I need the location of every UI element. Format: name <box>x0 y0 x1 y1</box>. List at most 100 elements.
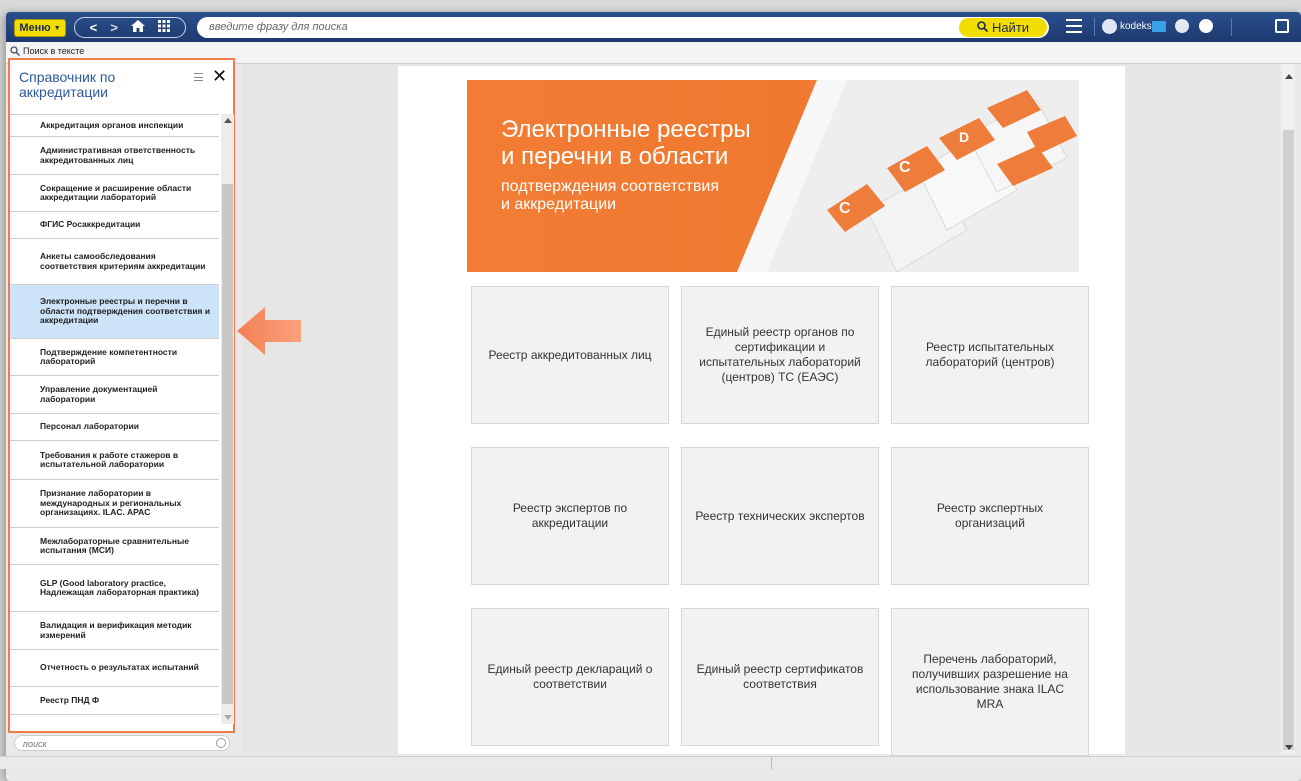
grid-apps-icon[interactable] <box>158 20 171 35</box>
clear-search-icon[interactable] <box>216 738 226 748</box>
tile-label: Реестр технических экспертов <box>695 508 865 523</box>
search-input[interactable] <box>209 19 949 35</box>
tile-label: Реестр экспертных организаций <box>936 501 1044 530</box>
sidebar-item-label: Анкеты самообследования соответствия кри… <box>40 251 206 271</box>
status-bar <box>0 756 1301 770</box>
tile-label: Единый реестр сертификатов соответствия <box>696 662 864 691</box>
user-avatar-icon[interactable] <box>1102 19 1117 34</box>
top-toolbar: Меню ▼ < > Найти kodeks <box>6 12 1301 42</box>
sidebar-item[interactable]: Реестр ПНД Ф <box>10 687 219 715</box>
sidebar-menu-icon[interactable] <box>194 73 203 81</box>
registry-tile[interactable]: Реестр испытательных лабораторий (центро… <box>891 286 1089 424</box>
sidebar-item[interactable]: Требования к работе стажеров в испытател… <box>10 441 219 480</box>
registry-tile[interactable]: Реестр технических экспертов <box>681 447 879 585</box>
close-icon[interactable]: ✕ <box>212 66 227 87</box>
chevron-down-icon: ▼ <box>53 24 61 32</box>
banner-subtitle-line: и аккредитации <box>501 196 617 213</box>
main-scrollbar-thumb[interactable] <box>1283 130 1294 750</box>
tile-label: Реестр аккредитованных лиц <box>488 347 652 362</box>
sidebar-item[interactable]: Аккредитация органов инспекции <box>10 115 219 137</box>
sidebar-item[interactable]: Межлабораторные сравнительные испытания … <box>10 528 219 565</box>
back-arrow-icon[interactable]: < <box>90 20 98 35</box>
find-button-label: Найти <box>991 20 1030 35</box>
sidebar-item-label: Признание лаборатории в международных и … <box>40 488 182 518</box>
sidebar-item-label: Административная ответственность аккреди… <box>40 145 196 165</box>
registry-tile[interactable]: Перечень лабораторий, получивших разреше… <box>891 608 1089 756</box>
search-bar: Найти <box>197 17 1049 38</box>
sidebar-search-input[interactable] <box>23 737 203 750</box>
tile-label: Реестр экспертов по аккредитации <box>512 501 628 530</box>
sidebar-item[interactable]: GLP (Good laboratory practice, Надлежаща… <box>10 565 219 612</box>
sidebar-item-active[interactable]: Электронные реестры и перечни в области … <box>10 285 219 339</box>
tile-label: Единый реестр органов по сертификации и … <box>699 325 861 384</box>
banner-subtitle: подтверждения соответствия и аккредитаци… <box>501 178 719 214</box>
tile-label: Реестр испытательных лабораторий (центро… <box>925 340 1055 369</box>
search-icon <box>977 20 989 35</box>
sidebar-item-label: Отчетность о результатах испытаний <box>40 662 199 673</box>
banner-title: Электронные реестры и перечни в области <box>501 116 751 170</box>
sidebar-item[interactable]: Административная ответственность аккреди… <box>10 137 219 175</box>
find-button[interactable]: Найти <box>959 18 1047 37</box>
scroll-up-arrow-icon[interactable] <box>1285 74 1293 79</box>
sidebar-item[interactable]: Отчетность о результатах испытаний <box>10 650 219 687</box>
sidebar-item-label: Валидация и верификация методик измерени… <box>40 620 192 640</box>
chat-icon[interactable] <box>1275 19 1289 33</box>
stopwatch-icon[interactable] <box>1199 19 1213 33</box>
card-letter: D <box>959 129 969 145</box>
banner-subtitle-line: подтверждения соответствия <box>501 178 720 195</box>
sidebar-item-label: Подтверждение компетентности лабораторий <box>40 346 178 366</box>
tile-label: Единый реестр деклараций о соответствии <box>487 662 653 691</box>
toolbar-divider <box>1231 18 1232 36</box>
sidebar-item-label: Электронные реестры и перечни в области … <box>40 296 211 326</box>
registry-tile[interactable]: Реестр аккредитованных лиц <box>471 286 669 424</box>
file-cards-illustration: C B C D <box>737 80 1079 272</box>
card-letter: C <box>899 159 911 176</box>
text-search-button[interactable]: Поиск в тексте <box>10 46 84 56</box>
sidebar-item-label: Управление документацией лаборатории <box>40 384 158 404</box>
menu-button[interactable]: Меню ▼ <box>14 19 66 37</box>
sidebar-panel: Справочник по аккредитации ✕ Аккредитаци… <box>8 58 235 733</box>
sidebar-item[interactable]: Управление документацией лаборатории <box>10 376 219 414</box>
sidebar-item[interactable]: Признание лаборатории в международных и … <box>10 480 219 528</box>
sidebar-search <box>14 735 230 751</box>
card-letter: C <box>839 200 851 217</box>
toolbar-divider <box>1094 18 1095 36</box>
sidebar-item-label: Аккредитация органов инспекции <box>40 119 184 130</box>
menu-button-label: Меню <box>19 22 51 34</box>
hamburger-menu-icon[interactable] <box>1066 19 1082 33</box>
registry-tile[interactable]: Единый реестр органов по сертификации и … <box>681 286 879 424</box>
folder-icon[interactable] <box>1152 21 1166 32</box>
text-search-label: Поиск в тексте <box>23 46 85 56</box>
sidebar-item-label: GLP (Good laboratory practice, Надлежаща… <box>40 577 199 597</box>
scroll-up-arrow-icon[interactable] <box>224 118 232 123</box>
sidebar-scrollbar[interactable] <box>221 114 234 724</box>
sidebar-item[interactable]: Персонал лаборатории <box>10 414 219 441</box>
banner-title-line: и перечни в области <box>501 143 729 170</box>
sidebar-item[interactable]: Анкеты самообследования соответствия кри… <box>10 239 219 285</box>
sidebar-item[interactable]: ФГИС Росаккредитации <box>10 212 219 239</box>
main-scrollbar[interactable] <box>1282 64 1295 754</box>
hero-banner: C B C D Электронные реестры и перечни в … <box>467 80 1079 272</box>
sidebar-item-label: Сокращение и расширение области аккредит… <box>40 182 192 202</box>
sidebar-item[interactable]: Валидация и верификация методик измерени… <box>10 612 219 650</box>
sidebar-item-label: Реестр ПНД Ф <box>40 694 100 705</box>
status-divider <box>771 757 772 770</box>
home-icon[interactable] <box>131 20 146 35</box>
registry-tile[interactable]: Реестр экспертных организаций <box>891 447 1089 585</box>
sidebar-list: Аккредитация органов инспекции Администр… <box>10 114 219 724</box>
sidebar-item-label: ФГИС Росаккредитации <box>40 219 141 230</box>
scroll-down-arrow-icon[interactable] <box>1285 745 1293 750</box>
sidebar-scrollbar-thumb[interactable] <box>222 184 233 704</box>
magnifier-icon <box>10 46 20 56</box>
sidebar-item[interactable]: Сокращение и расширение области аккредит… <box>10 175 219 212</box>
sidebar-item[interactable]: Подтверждение компетентности лабораторий <box>10 339 219 376</box>
scroll-down-arrow-icon[interactable] <box>224 715 232 720</box>
history-clock-icon[interactable] <box>1175 19 1189 33</box>
registry-tile[interactable]: Единый реестр деклараций о соответствии <box>471 608 669 746</box>
registry-tile[interactable]: Реестр экспертов по аккредитации <box>471 447 669 585</box>
sidebar-item-label: Персонал лаборатории <box>40 421 139 432</box>
forward-arrow-icon[interactable]: > <box>110 20 118 35</box>
callout-arrow-icon <box>237 307 301 355</box>
registry-tile[interactable]: Единый реестр сертификатов соответствия <box>681 608 879 746</box>
user-name[interactable]: kodeks <box>1120 21 1152 32</box>
